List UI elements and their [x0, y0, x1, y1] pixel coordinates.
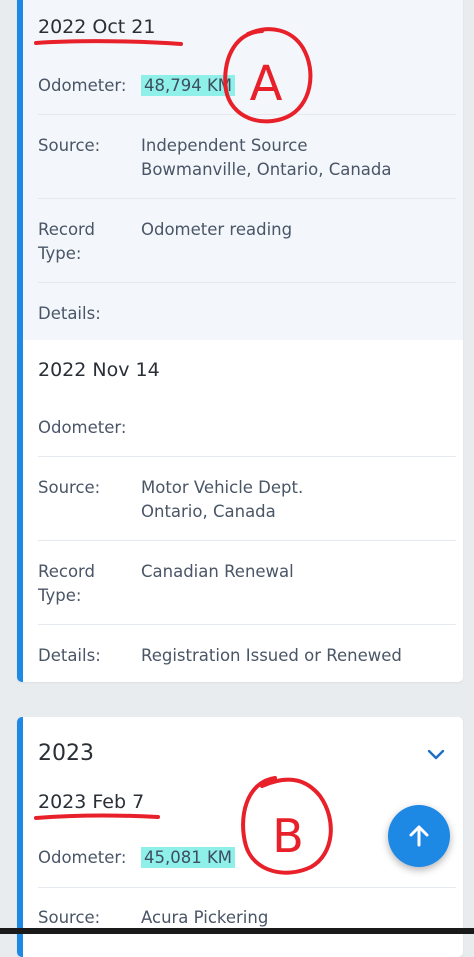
source-line2: Bowmanville, Ontario, Canada — [141, 160, 392, 179]
record-type-value: Canadian Renewal — [141, 562, 294, 581]
record-date: 2022 Oct 21 — [38, 16, 156, 38]
odometer-label: Odometer: — [38, 76, 127, 95]
year-heading: 2023 — [38, 741, 94, 766]
source-line1: Motor Vehicle Dept. — [141, 478, 304, 497]
source-line1: Independent Source — [141, 136, 308, 155]
record-type-label-1: Record — [38, 562, 96, 581]
source-label: Source: — [38, 908, 101, 927]
chevron-down-icon[interactable] — [425, 743, 447, 765]
divider — [38, 198, 456, 199]
source-label: Source: — [38, 136, 101, 155]
scroll-top-button[interactable] — [388, 805, 450, 867]
record-type-value: Odometer reading — [141, 220, 293, 239]
divider — [38, 114, 456, 115]
source-line2: Ontario, Canada — [141, 502, 276, 521]
details-label: Details: — [38, 646, 101, 665]
odometer-label: Odometer: — [38, 418, 127, 437]
record-type-label-2: Type: — [38, 586, 82, 605]
record-date: 2022 Nov 14 — [38, 359, 160, 381]
details-value: Registration Issued or Renewed — [141, 646, 402, 665]
odometer-highlight: 48,794 KM — [141, 75, 236, 96]
source-line1: Acura Pickering — [141, 908, 269, 927]
bottom-edge-bar — [0, 928, 474, 934]
divider — [38, 624, 456, 625]
odometer-value: 45,081 KM — [141, 846, 236, 870]
divider — [38, 456, 456, 457]
details-label: Details: — [38, 304, 101, 323]
arrow-up-icon — [409, 825, 429, 847]
odometer-highlight: 45,081 KM — [141, 847, 236, 868]
odometer-value: 48,794 KM — [141, 74, 236, 98]
record-type-label-2: Type: — [38, 244, 82, 263]
divider — [38, 887, 456, 888]
odometer-label: Odometer: — [38, 848, 127, 867]
divider — [38, 540, 456, 541]
history-card-2022: 2022 Oct 21 Odometer: 48,794 KM Source: … — [17, 0, 463, 682]
source-label: Source: — [38, 478, 101, 497]
record-date: 2023 Feb 7 — [38, 791, 145, 813]
record-type-label-1: Record — [38, 220, 96, 239]
divider — [38, 282, 456, 283]
